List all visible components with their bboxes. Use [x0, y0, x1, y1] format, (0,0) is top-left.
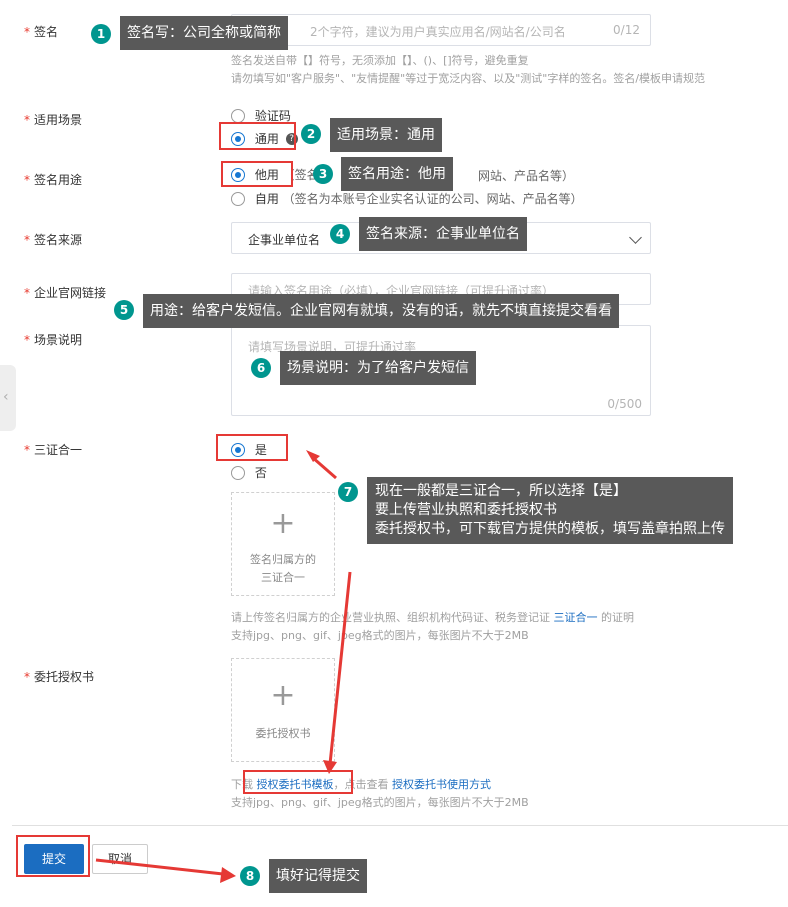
arrow-to-submit — [95, 858, 236, 883]
arrow-to-three-in-one-yes — [306, 450, 337, 480]
annotation-arrows — [95, 450, 352, 883]
arrow-to-template-link — [323, 571, 352, 774]
